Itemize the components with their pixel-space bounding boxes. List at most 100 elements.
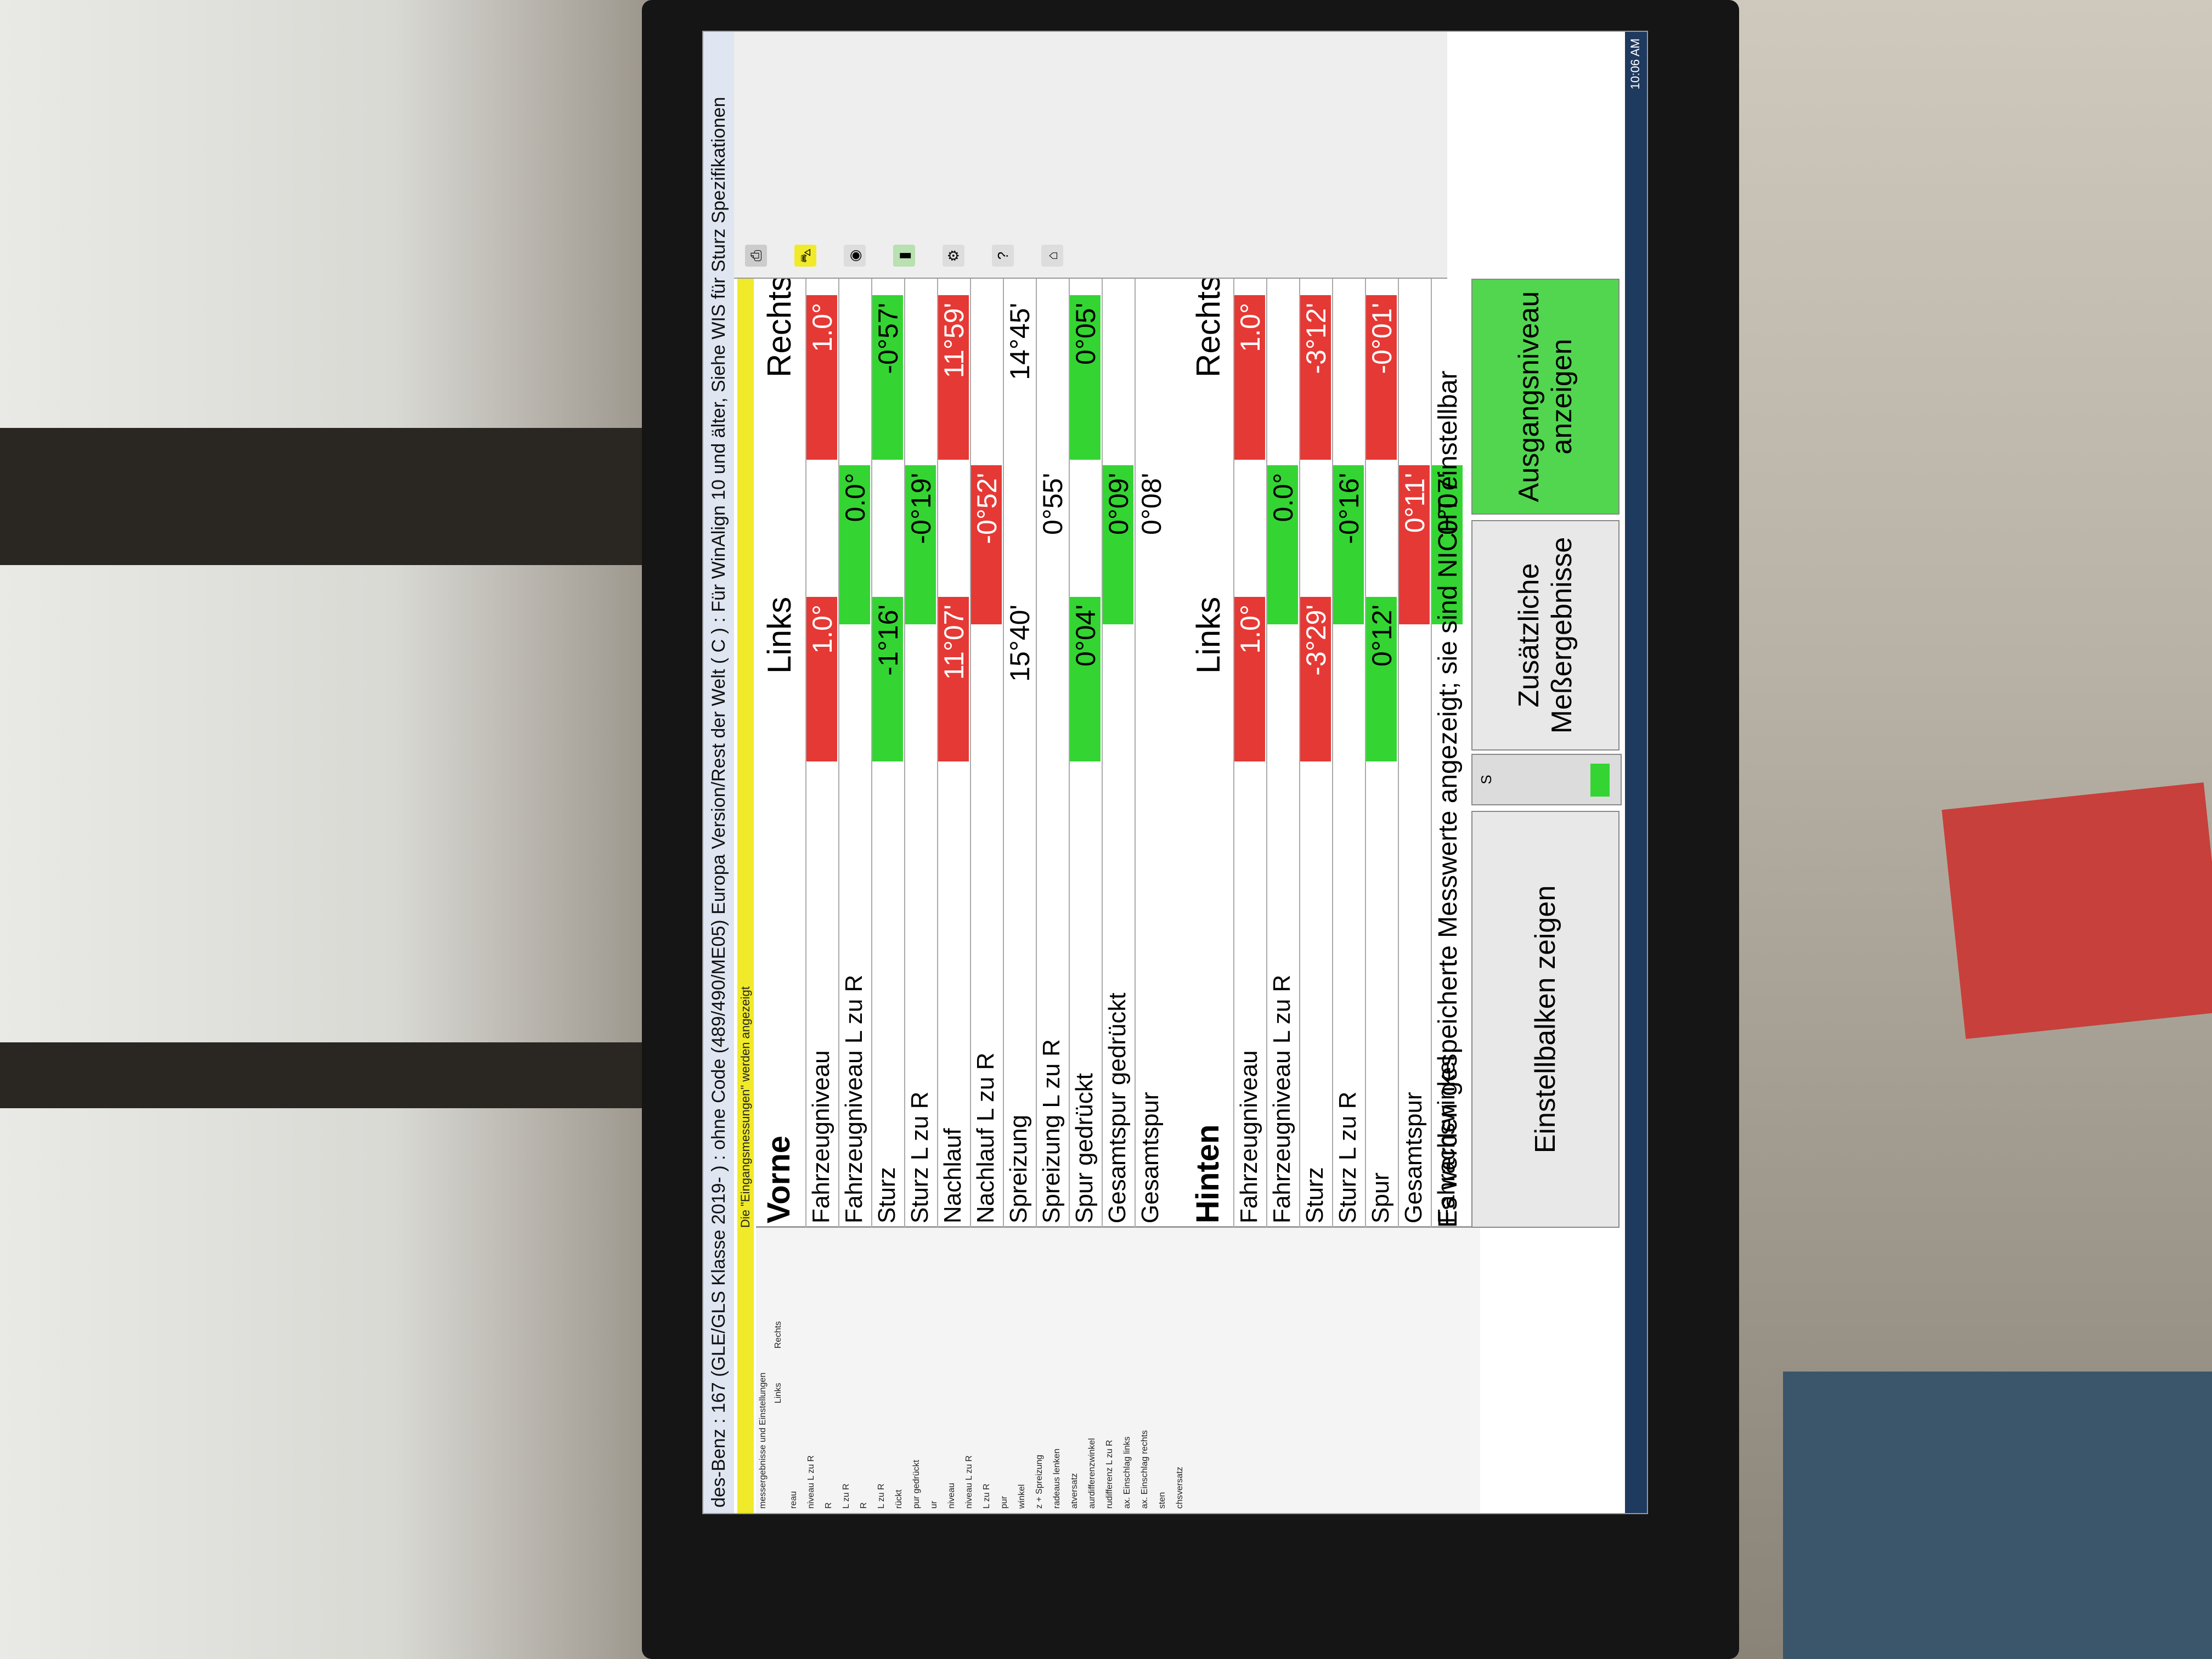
value-left: 0°12' xyxy=(1366,597,1397,761)
summary-col-links: Links xyxy=(774,1383,783,1403)
value-right: 1.0° xyxy=(1234,295,1266,460)
row-label: Gesamtspur xyxy=(1400,1092,1427,1223)
summary-row-label: R xyxy=(859,1502,868,1509)
value-diff: 0°09' xyxy=(1103,465,1134,624)
clock: 10:06 AM xyxy=(1628,38,1642,89)
summary-row-label: L zu R xyxy=(877,1483,886,1509)
value-diff: 0.0° xyxy=(839,465,871,624)
row-label: Spreizung xyxy=(1005,1114,1032,1223)
summary-row-label: reau xyxy=(789,1491,798,1509)
rear-row: Spur 0°12' -0°01' xyxy=(1365,279,1398,1228)
vehicle-icon[interactable]: ⛍ xyxy=(794,245,816,267)
col-front-links: Links xyxy=(761,596,798,674)
row-label: Spur gedrückt xyxy=(1071,1073,1098,1223)
home-icon[interactable]: ⌂ xyxy=(1041,245,1063,267)
row-label: Fahrzeugniveau L zu R xyxy=(840,974,867,1223)
background-beam xyxy=(0,1042,686,1108)
sensor-icon[interactable]: ◉ xyxy=(844,245,866,267)
summary-row-label: pur gedrückt xyxy=(912,1460,921,1509)
row-label: Sturz xyxy=(873,1167,900,1223)
value-right: -0°01' xyxy=(1366,295,1397,460)
summary-row-label: rudifferenz L zu R xyxy=(1105,1440,1114,1509)
front-row: Spreizung 15°40' 14°45' xyxy=(1003,279,1036,1228)
value-diff: 0°55' xyxy=(1037,473,1068,535)
front-row: Sturz -1°16' -0°57' xyxy=(871,279,904,1228)
row-label: Spreizung L zu R xyxy=(1038,1039,1065,1223)
initial-level-button[interactable]: Ausgangsniveau anzeigen xyxy=(1471,279,1620,515)
section-rear: Hinten xyxy=(1190,1124,1226,1223)
battery-icon[interactable]: ▮ xyxy=(893,245,915,267)
rear-row: Fahrzeugniveau L zu R 0.0° xyxy=(1266,279,1299,1228)
rear-row: Sturz L zu R -0°16' xyxy=(1332,279,1365,1228)
summary-row-label: winkel xyxy=(1017,1484,1026,1509)
value-right: 11°59' xyxy=(938,295,969,460)
front-row: Spur gedrückt 0°04' 0°05' xyxy=(1069,279,1102,1228)
summary-row-label: L zu R xyxy=(842,1483,851,1509)
row-label: Sturz L zu R xyxy=(906,1091,933,1223)
row-label: Sturz xyxy=(1301,1167,1328,1223)
value-right: -0°57' xyxy=(872,295,904,460)
row-label: Fahrzeugniveau L zu R xyxy=(1268,974,1295,1223)
show-adjust-bars-button[interactable]: Einstellbalken zeigen xyxy=(1471,811,1620,1228)
value-left: 1.0° xyxy=(1234,597,1266,761)
summary-row-label: niveau L zu R xyxy=(964,1455,974,1509)
value-diff: 0°08' xyxy=(1136,473,1167,535)
settings-icon[interactable]: ⚙ xyxy=(943,245,964,267)
summary-row-label: radeaus lenken xyxy=(1052,1448,1062,1509)
col-rear-links: Links xyxy=(1190,596,1227,674)
row-label: Fahrzeugniveau xyxy=(808,1050,834,1223)
printer-icon[interactable]: ⎙ xyxy=(745,245,767,267)
front-row: Nachlauf L zu R -0°52' xyxy=(970,279,1003,1228)
background-device xyxy=(1783,1372,2212,1659)
value-left: 1.0° xyxy=(806,597,838,761)
title-bar: des-Benz : 167 (GLE/GLS Klasse 2019- ) :… xyxy=(703,31,734,1513)
value-left: 15°40' xyxy=(1005,605,1035,682)
rear-row: Gesamtspur 0°11' xyxy=(1398,279,1431,1228)
row-label: Gesamtspur xyxy=(1137,1092,1164,1223)
additional-results-button[interactable]: Zusätzliche Meßergebnisse xyxy=(1471,520,1620,751)
summary-row-label: niveau L zu R xyxy=(806,1455,816,1509)
summary-row-label: aurdifferenzwinkel xyxy=(1087,1438,1097,1509)
help-icon[interactable]: ? xyxy=(992,245,1014,267)
summary-row-label: niveau xyxy=(947,1482,956,1509)
summary-row-label: ax. Einschlag links xyxy=(1122,1436,1132,1509)
summary-row-label: rückt xyxy=(894,1489,904,1509)
summary-row-label: sten xyxy=(1158,1492,1167,1509)
status-message: Es werden gespeicherte Messwerte angezei… xyxy=(1434,370,1463,1228)
value-right: -3°12' xyxy=(1300,295,1331,460)
front-row: Spreizung L zu R 0°55' xyxy=(1036,279,1069,1228)
col-rear-rechts: Rechts xyxy=(1190,275,1227,377)
value-right: 14°45' xyxy=(1005,303,1035,380)
summary-row-label: ax. Einschlag rechts xyxy=(1140,1430,1149,1509)
background-red-object xyxy=(1942,782,2212,1039)
row-label: Gesamtspur gedrückt xyxy=(1104,992,1131,1223)
value-diff: -0°16' xyxy=(1333,465,1364,624)
front-row: Nachlauf 11°07' 11°59' xyxy=(937,279,970,1228)
section-front: Vorne xyxy=(761,1135,797,1223)
row-label: Fahrzeugniveau xyxy=(1235,1050,1262,1223)
toolbar: ⎙ ⛍ ◉ ▮ ⚙ ? ⌂ xyxy=(734,31,1447,279)
summary-row-label: chsversatz xyxy=(1175,1466,1184,1509)
value-diff: 0°11' xyxy=(1399,465,1430,624)
value-left: 11°07' xyxy=(938,597,969,761)
background-window xyxy=(0,0,658,1659)
summary-row-label: atversatz xyxy=(1070,1473,1079,1509)
front-row: Gesamtspur gedrückt 0°09' xyxy=(1102,279,1135,1228)
rear-row: Sturz -3°29' -3°12' xyxy=(1299,279,1332,1228)
col-front-rechts: Rechts xyxy=(761,275,798,377)
measurement-grid: Vorne Links Rechts Fahrzeugniveau 1.0° 1.0… xyxy=(756,275,1464,1228)
value-left: 0°04' xyxy=(1070,597,1101,761)
rear-row: Fahrzeugniveau 1.0° 1.0° xyxy=(1233,279,1266,1228)
progress-fill xyxy=(1590,764,1610,797)
front-row: Fahrzeugniveau 1.0° 1.0° xyxy=(805,279,838,1228)
summary-header: messergebnisse und Einstellungen xyxy=(758,1372,768,1509)
front-row: Fahrzeugniveau L zu R 0.0° xyxy=(838,279,871,1228)
summary-panel: messergebnisse und Einstellungen Links R… xyxy=(756,1226,1480,1513)
value-left: -3°29' xyxy=(1300,597,1331,761)
row-label: Nachlauf L zu R xyxy=(972,1052,999,1223)
front-row: Gesamtspur 0°08' xyxy=(1135,279,1167,1228)
row-label: Sturz L zu R xyxy=(1334,1091,1361,1223)
summary-row-label: R xyxy=(824,1502,833,1509)
taskbar: 10:06 AM xyxy=(1625,32,1647,1513)
row-label: Spur xyxy=(1367,1172,1394,1223)
